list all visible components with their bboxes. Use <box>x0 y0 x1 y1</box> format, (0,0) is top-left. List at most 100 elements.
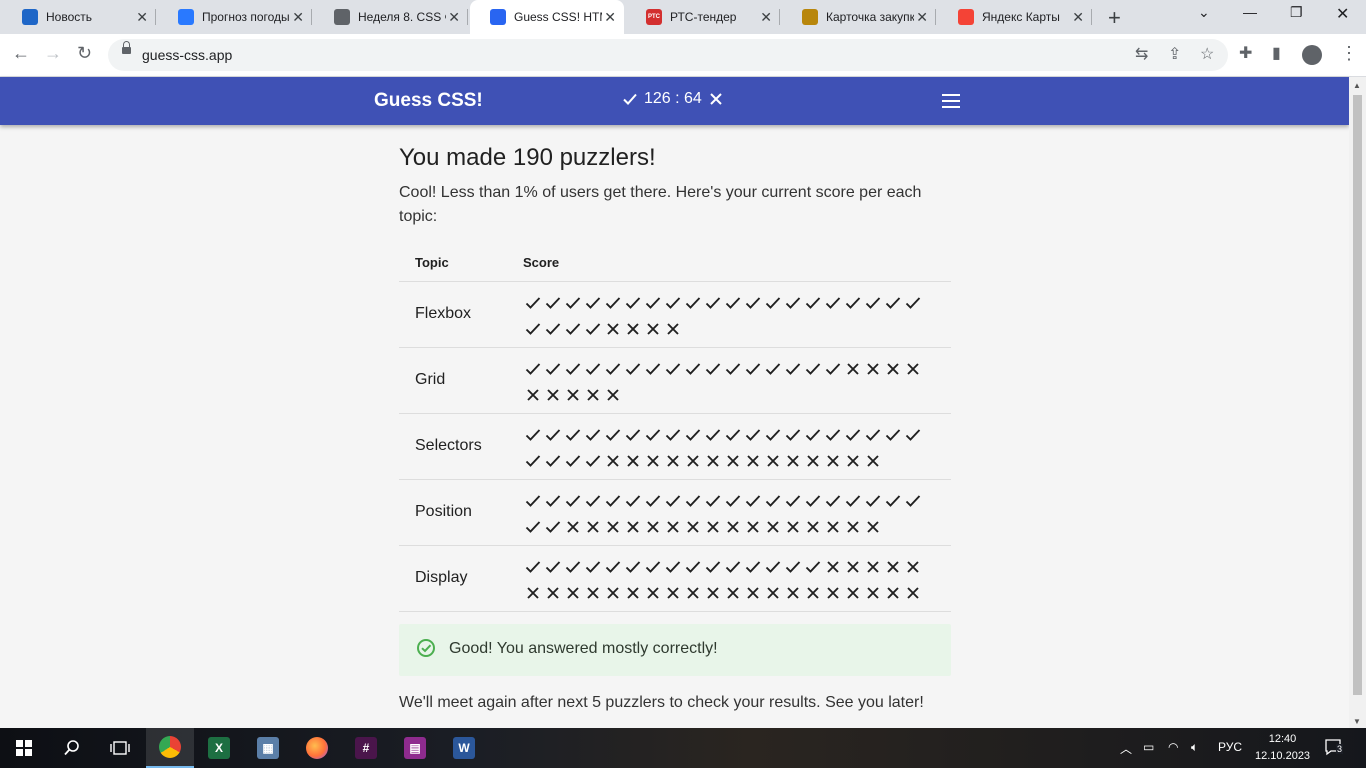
new-tab-button[interactable]: + <box>1108 5 1121 31</box>
cross-mark-icon <box>703 448 723 474</box>
close-tab-icon[interactable]: ✕ <box>136 9 148 25</box>
scroll-down-arrow-icon[interactable]: ▼ <box>1353 717 1361 726</box>
check-mark-icon <box>543 356 563 382</box>
url-text[interactable]: guess-css.app <box>142 47 232 63</box>
check-mark-icon <box>563 554 583 580</box>
volume-icon[interactable]: 🔈︎ <box>1191 740 1198 755</box>
browser-tab[interactable]: Неделя 8. CSS Ф ✕ <box>314 0 468 34</box>
task-view-button[interactable] <box>96 728 144 768</box>
browser-tab[interactable]: РТС РТС-тендер ✕ <box>626 0 780 34</box>
close-tab-icon[interactable]: ✕ <box>448 9 460 25</box>
check-mark-icon <box>523 316 543 342</box>
reload-icon[interactable]: ↻ <box>77 43 92 64</box>
check-mark-icon <box>803 356 823 382</box>
notification-center-button[interactable]: 3 <box>1324 738 1344 756</box>
cross-mark-icon <box>843 554 863 580</box>
profile-avatar[interactable] <box>1302 45 1322 65</box>
system-clock[interactable]: 12:40 12.10.2023 <box>1255 731 1310 765</box>
taskbar-app[interactable]: W <box>440 728 488 768</box>
close-tab-icon[interactable]: ✕ <box>760 9 772 25</box>
taskbar-app[interactable] <box>146 728 194 768</box>
alert-message: Good! You answered mostly correctly! <box>449 640 718 657</box>
close-tab-icon[interactable]: ✕ <box>1072 9 1084 25</box>
taskbar-app[interactable] <box>293 728 341 768</box>
taskbar-app[interactable]: X <box>195 728 243 768</box>
address-bar[interactable]: guess-css.app ⇆ ⇪ ☆ <box>108 39 1228 71</box>
cross-mark-icon <box>603 316 623 342</box>
search-button[interactable] <box>48 728 96 768</box>
app-title[interactable]: Guess CSS! <box>374 90 483 112</box>
chrome-icon <box>159 736 181 758</box>
close-window-button[interactable]: ✕ <box>1336 4 1349 24</box>
scrollbar-thumb[interactable] <box>1353 95 1362 695</box>
extensions-icon[interactable]: ✚ <box>1239 43 1252 63</box>
cross-mark-icon <box>763 514 783 540</box>
browser-tab[interactable]: Новость ✕ <box>2 0 156 34</box>
check-mark-icon <box>703 356 723 382</box>
tab-search-icon[interactable]: ⌄ <box>1198 4 1210 21</box>
check-mark-icon <box>683 488 703 514</box>
check-mark-icon <box>843 422 863 448</box>
check-mark-icon <box>583 316 603 342</box>
check-mark-icon <box>523 290 543 316</box>
check-mark-icon <box>903 290 923 316</box>
check-mark-icon <box>643 356 663 382</box>
browser-tab[interactable]: Яндекс Карты ✕ <box>938 0 1092 34</box>
tab-title: Прогноз погоды <box>202 10 290 24</box>
scroll-up-arrow-icon[interactable]: ▲ <box>1353 81 1361 90</box>
tab-separator <box>1091 9 1092 25</box>
close-tab-icon[interactable]: ✕ <box>604 9 616 25</box>
page-scrollbar[interactable]: ▲ ▼ <box>1349 77 1366 728</box>
cross-mark-icon <box>803 448 823 474</box>
cross-mark-icon <box>823 580 843 606</box>
back-icon[interactable]: ← <box>12 43 30 64</box>
show-hidden-icons-icon[interactable]: ︿ <box>1120 740 1132 757</box>
taskbar-app[interactable]: ▦ <box>244 728 292 768</box>
check-mark-icon <box>863 422 883 448</box>
check-mark-icon <box>723 422 743 448</box>
close-tab-icon[interactable]: ✕ <box>292 9 304 25</box>
slack-icon: # <box>355 737 377 759</box>
start-button[interactable] <box>0 728 48 768</box>
check-mark-icon <box>643 290 663 316</box>
browser-menu-icon[interactable]: ⋮ <box>1340 43 1358 64</box>
side-panel-icon[interactable]: ▮ <box>1272 43 1281 63</box>
taskbar-app[interactable]: ▤ <box>391 728 439 768</box>
lock-icon[interactable] <box>122 41 131 54</box>
input-language[interactable]: РУС <box>1218 740 1242 754</box>
winrar-icon: ▤ <box>404 737 426 759</box>
taskbar-app[interactable]: # <box>342 728 390 768</box>
check-mark-icon <box>783 554 803 580</box>
check-mark-icon <box>863 488 883 514</box>
cross-mark-icon <box>783 514 803 540</box>
close-tab-icon[interactable]: ✕ <box>916 9 928 25</box>
table-row: Flexbox <box>399 282 951 348</box>
check-mark-icon <box>523 422 543 448</box>
share-icon[interactable]: ⇪ <box>1168 44 1181 64</box>
check-icon <box>623 93 637 105</box>
hamburger-menu-icon[interactable] <box>942 94 960 108</box>
minimize-button[interactable]: — <box>1243 4 1257 20</box>
check-mark-icon <box>723 356 743 382</box>
network-icon[interactable]: ◠ <box>1168 740 1178 754</box>
browser-tab[interactable]: Карточка закупк ✕ <box>782 0 936 34</box>
check-mark-icon <box>623 356 643 382</box>
battery-icon[interactable]: ▭ <box>1143 740 1154 754</box>
restore-button[interactable]: ❐ <box>1290 4 1303 21</box>
check-mark-icon <box>523 554 543 580</box>
cross-mark-icon <box>603 448 623 474</box>
translate-icon[interactable]: ⇆ <box>1135 44 1148 64</box>
cross-mark-icon <box>823 448 843 474</box>
cross-mark-icon <box>803 580 823 606</box>
cross-mark-icon <box>623 514 643 540</box>
check-mark-icon <box>843 290 863 316</box>
cross-mark-icon <box>583 514 603 540</box>
bookmark-star-icon[interactable]: ☆ <box>1200 44 1214 64</box>
check-mark-icon <box>803 488 823 514</box>
cross-mark-icon <box>543 382 563 408</box>
browser-tab[interactable]: Прогноз погоды ✕ <box>158 0 312 34</box>
browser-tab[interactable]: Guess CSS! HTM ✕ <box>470 0 624 34</box>
forward-icon[interactable]: → <box>44 43 62 64</box>
check-mark-icon <box>563 316 583 342</box>
check-mark-icon <box>603 422 623 448</box>
